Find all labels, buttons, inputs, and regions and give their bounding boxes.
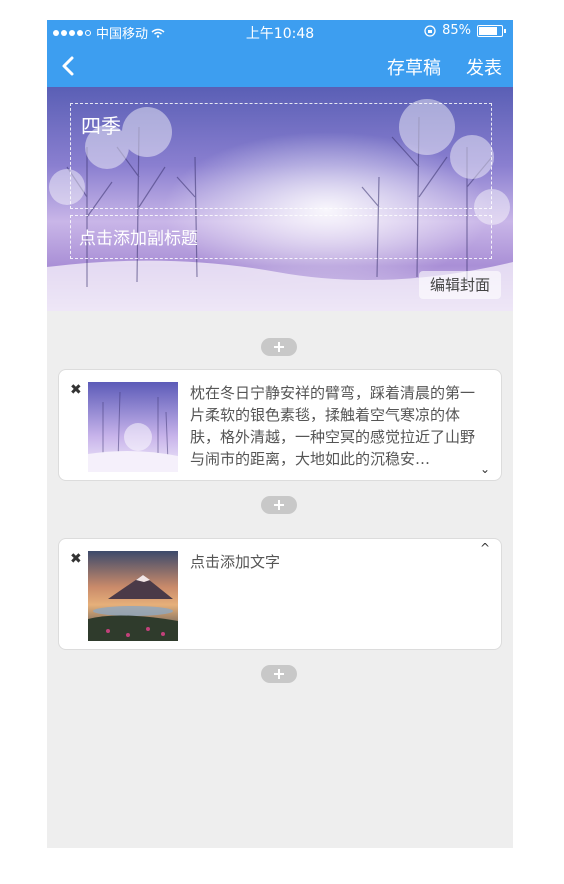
close-icon[interactable]: ✖ bbox=[70, 382, 82, 398]
add-section-button[interactable] bbox=[261, 665, 297, 683]
card-thumbnail[interactable] bbox=[88, 551, 178, 641]
battery-label: 85% bbox=[442, 23, 471, 38]
app-screen: 中国移动 上午10:48 85% 存草稿 发表 四季 点击添加副标题 编辑封面 … bbox=[47, 20, 513, 848]
card-text-placeholder[interactable]: 点击添加文字 bbox=[190, 551, 480, 573]
close-icon[interactable]: ✖ bbox=[70, 551, 82, 567]
cover-title: 四季 bbox=[81, 114, 121, 138]
status-right: 85% bbox=[424, 23, 506, 38]
cover-image[interactable]: 四季 点击添加副标题 编辑封面 bbox=[47, 87, 513, 311]
cover-subtitle-field[interactable]: 点击添加副标题 bbox=[70, 215, 492, 259]
card-thumbnail[interactable] bbox=[88, 382, 178, 472]
add-section-button[interactable] bbox=[261, 338, 297, 356]
status-bar: 中国移动 上午10:48 85% bbox=[47, 20, 513, 42]
back-button[interactable] bbox=[57, 52, 81, 80]
content-card[interactable]: ✖ 枕在冬日宁静安祥的臂弯，踩着清晨的第一片柔软的银色素毯，揉触着空气寒凉的体肤… bbox=[58, 369, 502, 481]
content-card[interactable]: ✖ 点击添加文字 ^ bbox=[58, 538, 502, 650]
add-section-button[interactable] bbox=[261, 496, 297, 514]
battery-icon bbox=[477, 24, 506, 37]
winter-photo-thumbnail bbox=[88, 382, 178, 472]
chevron-down-icon[interactable]: ⌄ bbox=[480, 462, 490, 476]
chevron-up-icon[interactable]: ^ bbox=[480, 541, 490, 555]
publish-button[interactable]: 发表 bbox=[466, 54, 502, 80]
cover-title-field[interactable]: 四季 bbox=[70, 103, 492, 209]
orientation-lock-icon bbox=[424, 24, 436, 37]
card-text[interactable]: 枕在冬日宁静安祥的臂弯，踩着清晨的第一片柔软的银色素毯，揉触着空气寒凉的体肤，格… bbox=[190, 382, 480, 470]
edit-cover-button[interactable]: 编辑封面 bbox=[419, 271, 501, 299]
chevron-left-icon bbox=[62, 56, 74, 76]
cover-subtitle-placeholder: 点击添加副标题 bbox=[79, 229, 198, 249]
mountain-photo-thumbnail bbox=[88, 551, 178, 641]
save-draft-button[interactable]: 存草稿 bbox=[387, 54, 441, 80]
top-bar: 中国移动 上午10:48 85% 存草稿 发表 bbox=[47, 20, 513, 87]
